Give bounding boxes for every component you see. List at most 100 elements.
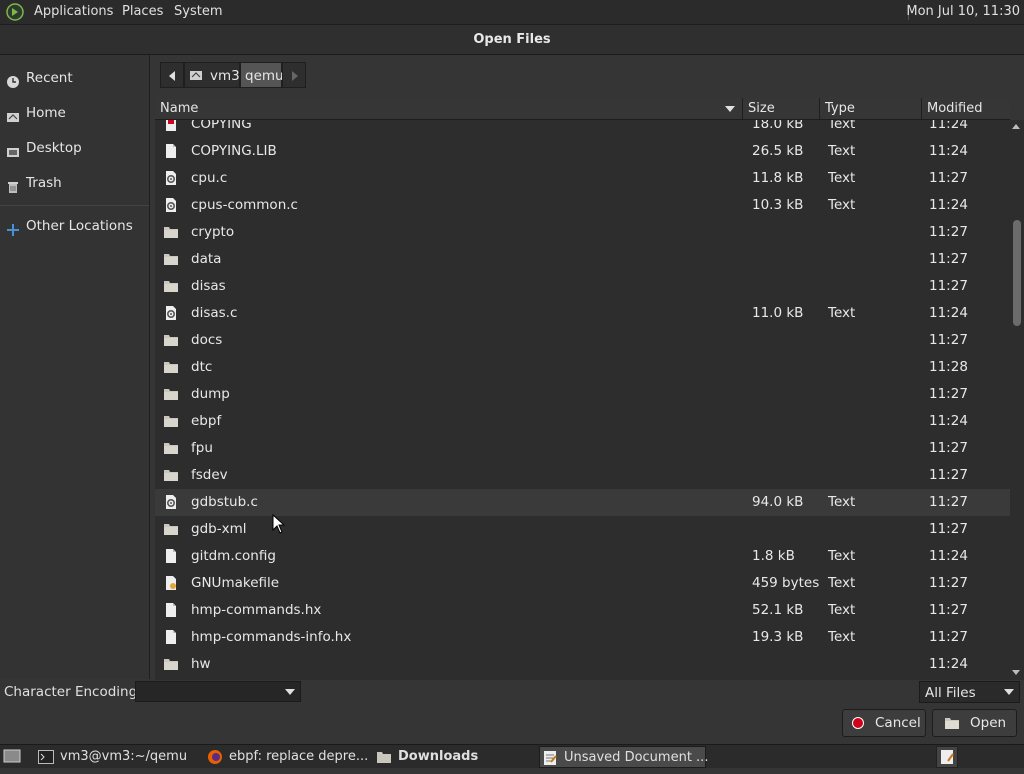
menu-places[interactable]: Places <box>122 4 163 19</box>
path-segment-label: qemu <box>245 68 284 84</box>
file-row[interactable]: ebpf 11:24 <box>155 408 1010 435</box>
sidebar-item-home[interactable]: Home <box>0 98 149 128</box>
open-folder-icon <box>944 716 960 730</box>
file-size: 52.1 kB <box>752 602 804 618</box>
file-row[interactable]: crypto 11:27 <box>155 219 1010 246</box>
c-source-icon <box>163 197 179 213</box>
file-modified: 11:27 <box>929 170 968 186</box>
sidebar-item-other-locations[interactable]: Other Locations <box>0 211 149 241</box>
file-name: gdb-xml <box>191 521 247 537</box>
firefox-icon <box>207 749 223 765</box>
scroll-down-icon[interactable] <box>1012 670 1020 675</box>
file-name: disas <box>191 278 226 294</box>
text-file-icon <box>163 548 179 564</box>
column-header-modified[interactable]: Modified <box>927 101 982 116</box>
file-row[interactable]: data 11:27 <box>155 246 1010 273</box>
file-modified: 11:27 <box>929 575 968 591</box>
file-type: Text <box>828 143 856 159</box>
file-row[interactable]: dtc 11:28 <box>155 354 1010 381</box>
column-header-name[interactable]: Name <box>160 101 198 116</box>
file-row[interactable]: gdbstub.c 94.0 kB Text 11:27 <box>155 489 1010 516</box>
column-separator[interactable] <box>742 98 743 120</box>
recent-icon <box>6 71 20 88</box>
file-size: 19.3 kB <box>752 629 804 645</box>
file-row[interactable]: hw 11:24 <box>155 651 1010 678</box>
show-desktop-icon[interactable] <box>3 748 21 764</box>
file-modified: 11:27 <box>929 602 968 618</box>
file-type: Text <box>828 602 856 618</box>
column-header-size[interactable]: Size <box>748 101 775 116</box>
file-row[interactable]: docs 11:27 <box>155 327 1010 354</box>
file-modified: 11:27 <box>929 521 968 537</box>
file-filter-select[interactable]: All Files <box>919 681 1020 703</box>
menu-applications[interactable]: Applications <box>34 4 113 19</box>
path-segment-vm3[interactable]: vm3 <box>184 62 240 88</box>
path-segment-qemu[interactable]: qemu <box>240 62 284 88</box>
text-editor-icon <box>542 750 558 766</box>
character-encoding-select[interactable] <box>135 681 301 702</box>
file-row[interactable]: cpu.c 11.8 kB Text 11:27 <box>155 165 1010 192</box>
taskbar-item-downloads[interactable]: Downloads <box>374 746 534 768</box>
open-button[interactable]: Open <box>932 709 1017 737</box>
path-back-button[interactable] <box>160 62 184 88</box>
folder-icon <box>163 332 179 348</box>
path-forward-button[interactable] <box>282 62 306 88</box>
column-separator[interactable] <box>921 98 922 120</box>
file-row[interactable]: hmp-commands.hx 52.1 kB Text 11:27 <box>155 597 1010 624</box>
file-name: COPYING.LIB <box>191 143 277 159</box>
file-row[interactable]: fsdev 11:27 <box>155 462 1010 489</box>
file-row[interactable]: GNUmakefile 459 bytes Text 11:27 <box>155 570 1010 597</box>
places-sidebar: Recent Home Desktop Trash Other Location… <box>0 55 150 679</box>
taskbar-item-terminal[interactable]: vm3@vm3:~/qemu <box>36 746 196 768</box>
file-modified: 11:24 <box>929 305 968 321</box>
sidebar-item-label: Other Locations <box>26 218 133 234</box>
file-type: Text <box>828 548 856 564</box>
folder-icon <box>163 413 179 429</box>
file-name: gdbstub.c <box>191 494 258 510</box>
cancel-button[interactable]: Cancel <box>842 709 926 737</box>
file-row[interactable]: cpus-common.c 10.3 kB Text 11:24 <box>155 192 1010 219</box>
text-file-icon <box>163 602 179 618</box>
sidebar-item-trash[interactable]: Trash <box>0 168 149 198</box>
mouse-pointer-icon <box>272 513 286 534</box>
sidebar-item-label: Home <box>26 105 66 121</box>
file-row[interactable]: fpu 11:27 <box>155 435 1010 462</box>
notes-applet-icon[interactable] <box>936 746 958 768</box>
text-file-icon <box>163 143 179 159</box>
sidebar-item-recent[interactable]: Recent <box>0 63 149 93</box>
cancel-icon <box>852 717 864 729</box>
folder-icon <box>163 656 179 672</box>
taskbar-item-firefox[interactable]: ebpf: replace depre... <box>205 746 370 768</box>
file-type: Text <box>828 305 856 321</box>
file-modified: 11:27 <box>929 386 968 402</box>
clock[interactable]: Mon Jul 10, 11:30 <box>906 4 1020 19</box>
sidebar-separator <box>0 205 149 206</box>
sidebar-item-label: Trash <box>26 175 62 191</box>
file-list-scrollbar[interactable] <box>1010 120 1024 680</box>
chevron-down-icon <box>285 689 295 695</box>
file-modified: 11:27 <box>929 629 968 645</box>
file-row[interactable]: hmp-commands-info.hx 19.3 kB Text 11:27 <box>155 624 1010 651</box>
taskbar-item-label: Unsaved Document ... <box>564 750 709 765</box>
scroll-up-icon[interactable] <box>1012 124 1020 129</box>
file-row[interactable]: dump 11:27 <box>155 381 1010 408</box>
path-bar: vm3 qemu <box>160 62 306 90</box>
column-header-type[interactable]: Type <box>825 101 855 116</box>
file-row[interactable]: disas.c 11.0 kB Text 11:24 <box>155 300 1010 327</box>
scroll-thumb[interactable] <box>1013 220 1021 326</box>
file-row[interactable]: COPYING.LIB 26.5 kB Text 11:24 <box>155 138 1010 165</box>
folder-icon <box>163 386 179 402</box>
file-row[interactable]: gitdm.config 1.8 kB Text 11:24 <box>155 543 1010 570</box>
c-source-icon <box>163 170 179 186</box>
file-modified: 11:27 <box>929 467 968 483</box>
taskbar-item-text-editor[interactable]: Unsaved Document ... <box>539 746 709 768</box>
distro-logo-icon[interactable] <box>6 3 24 21</box>
home-icon <box>189 68 203 82</box>
top-panel: Applications Places System Mon Jul 10, 1… <box>0 0 1024 25</box>
file-row[interactable]: disas 11:27 <box>155 273 1010 300</box>
menu-system[interactable]: System <box>174 4 222 19</box>
file-modified: 11:24 <box>929 197 968 213</box>
column-separator[interactable] <box>819 98 820 120</box>
file-name: ebpf <box>191 413 222 429</box>
sidebar-item-desktop[interactable]: Desktop <box>0 133 149 163</box>
